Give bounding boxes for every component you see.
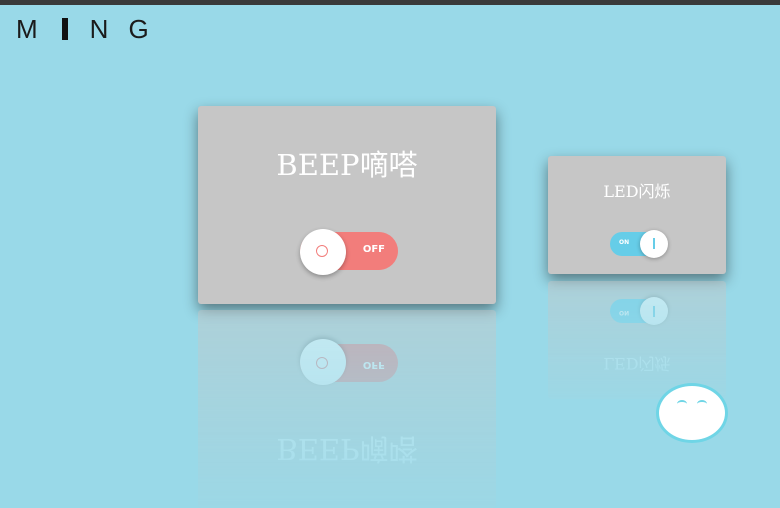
led-toggle-knob-reflection [640, 297, 668, 325]
beep-toggle-knob-reflection [300, 339, 346, 385]
led-card: LED闪烁 ON [548, 156, 726, 274]
led-card-reflection: LED闪烁 ON [548, 281, 726, 399]
logo: M NG [16, 13, 169, 44]
beep-card: BEEP嘀嗒 OFF [198, 106, 496, 304]
beep-toggle-reflection: OFF [300, 339, 398, 385]
led-toggle-label-reflection: ON [619, 309, 630, 316]
led-title: LED闪烁 [603, 182, 671, 201]
beep-card-reflection: BEEP嘀嗒 OFF [198, 310, 496, 508]
chat-bubble-icon[interactable] [656, 383, 728, 443]
top-bar [0, 0, 780, 5]
led-toggle-label: ON [619, 239, 630, 246]
beep-toggle-label: OFF [362, 244, 385, 255]
logo-letters-ng: NG [89, 13, 169, 44]
beep-title-reflection: BEEP嘀嗒 [276, 432, 418, 466]
logo-letter-i [61, 18, 68, 40]
led-title-reflection: LED闪烁 [603, 354, 671, 373]
led-toggle[interactable]: ON [610, 230, 668, 258]
beep-toggle-knob[interactable] [300, 229, 346, 275]
beep-title: BEEP嘀嗒 [276, 148, 418, 182]
chat-bubble-eye-right [697, 400, 707, 408]
logo-letter-m: M [16, 13, 58, 44]
beep-toggle[interactable]: OFF [300, 229, 398, 275]
led-toggle-reflection: ON [610, 297, 668, 325]
chat-bubble-eye-left [677, 400, 687, 408]
beep-toggle-label-reflection: OFF [362, 359, 385, 370]
led-toggle-knob[interactable] [640, 230, 668, 258]
